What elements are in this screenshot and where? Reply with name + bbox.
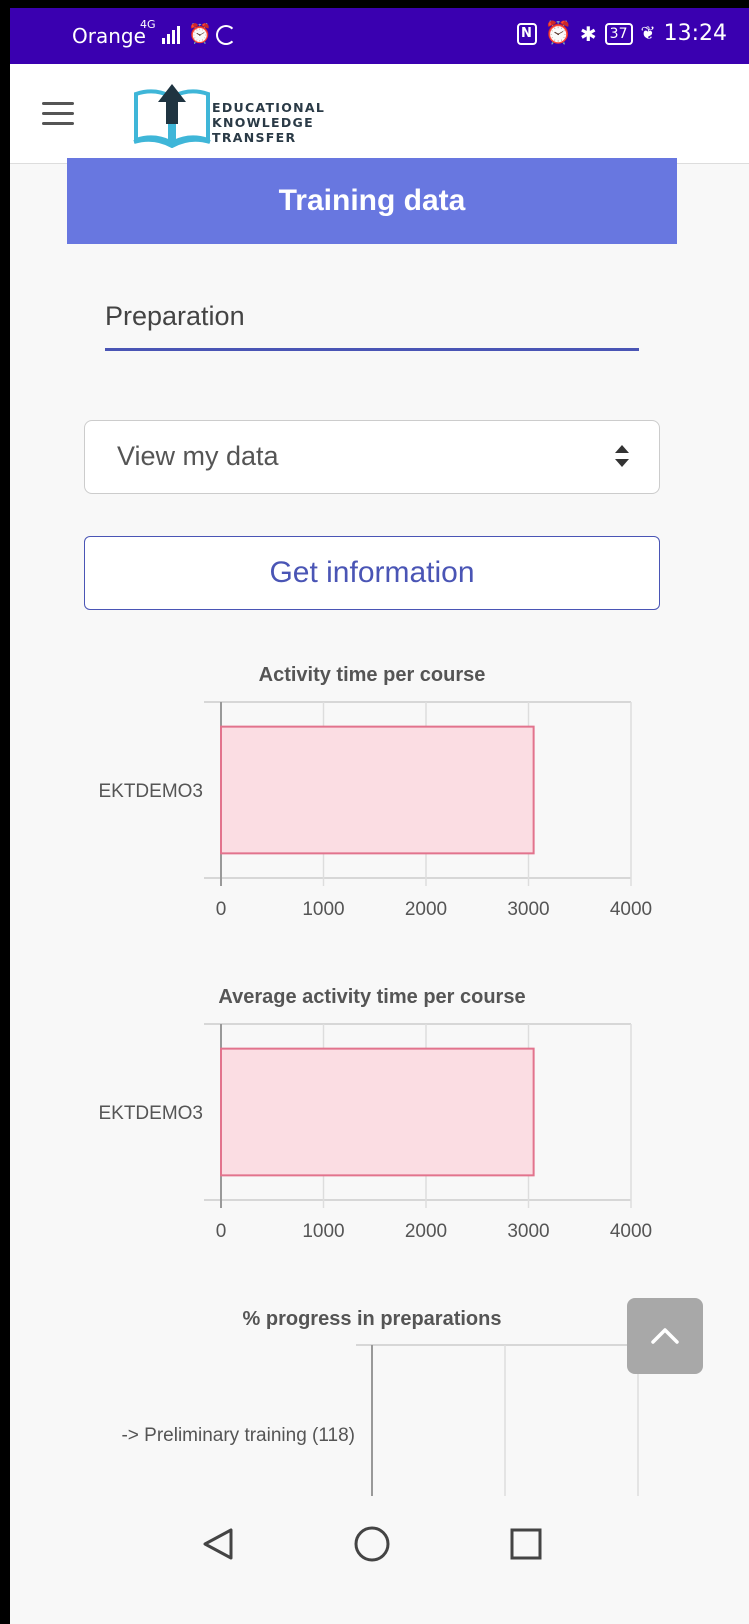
page-title: Training data	[67, 158, 677, 244]
system-nav-bar	[10, 1496, 749, 1624]
carrier-label: Orange	[72, 24, 146, 48]
y-category-label: -> Preliminary training (118)	[121, 1425, 355, 1446]
x-tick-label: 0	[216, 899, 227, 920]
x-tick-label: 1000	[302, 899, 344, 920]
y-category-label: EKTDEMO3	[98, 781, 203, 802]
x-tick-label: 2000	[405, 1221, 447, 1242]
activity-time-chart: Activity time per course 0 1000 2000 3000 40…	[10, 656, 749, 946]
average-activity-time-chart: Average activity time per course 0 1000 20…	[10, 978, 749, 1268]
sync-icon	[216, 25, 236, 45]
clock-time: 13:24	[663, 21, 727, 46]
x-tick-label: 0	[216, 1221, 227, 1242]
data-view-select[interactable]: View my data	[84, 420, 660, 494]
bluetooth-icon: ✱	[579, 21, 597, 46]
leaf-icon: ❦	[640, 23, 656, 44]
x-tick-label: 4000	[610, 1221, 652, 1242]
scroll-to-top-button[interactable]	[627, 1298, 703, 1374]
status-bar: Orange 4G ⏰ N ⏰ ✱ 37 ❦ 13:24	[10, 8, 749, 64]
x-tick-label: 4000	[610, 899, 652, 920]
signal-icon	[162, 24, 184, 44]
y-category-label: EKTDEMO3	[98, 1103, 203, 1124]
sort-arrows-icon	[615, 445, 629, 467]
back-icon[interactable]	[203, 1528, 233, 1560]
alarm-clock-icon: ⏰	[544, 21, 572, 46]
alarm-icon: ⏰	[188, 23, 212, 45]
nfc-icon: N	[516, 22, 537, 45]
menu-icon[interactable]	[42, 102, 74, 126]
phone-screen: Orange 4G ⏰ N ⏰ ✱ 37 ❦ 13:24 EDUCATIONAL…	[10, 8, 749, 1624]
chart-plot: 0 1000 2000 3000 4000 EKTDEMO3	[98, 701, 652, 920]
logo-icon	[133, 84, 211, 149]
bar	[220, 725, 535, 855]
home-icon[interactable]	[354, 1526, 390, 1562]
x-tick-label: 1000	[302, 1221, 344, 1242]
app-header: EDUCATIONAL KNOWLEDGE TRANSFER	[10, 64, 749, 164]
network-type-label: 4G	[140, 18, 156, 31]
battery-icon: 37	[604, 22, 633, 45]
logo-text: EDUCATIONAL KNOWLEDGE TRANSFER	[212, 100, 326, 145]
x-tick-label: 3000	[507, 899, 549, 920]
select-value: View my data	[117, 441, 279, 471]
status-right: N ⏰ ✱ 37 ❦ 13:24	[516, 21, 727, 46]
x-tick-label: 3000	[507, 1221, 549, 1242]
x-tick-label: 2000	[405, 899, 447, 920]
preparation-field[interactable]: Preparation	[105, 291, 639, 351]
get-information-button[interactable]: Get information	[84, 536, 660, 610]
logo[interactable]: EDUCATIONAL KNOWLEDGE TRANSFER	[132, 82, 332, 149]
bar	[220, 1047, 535, 1177]
recents-icon[interactable]	[510, 1528, 542, 1560]
chart-plot: 0 1000 2000 3000 4000 EKTDEMO3	[98, 1023, 652, 1242]
chevron-up-icon	[651, 1328, 679, 1344]
